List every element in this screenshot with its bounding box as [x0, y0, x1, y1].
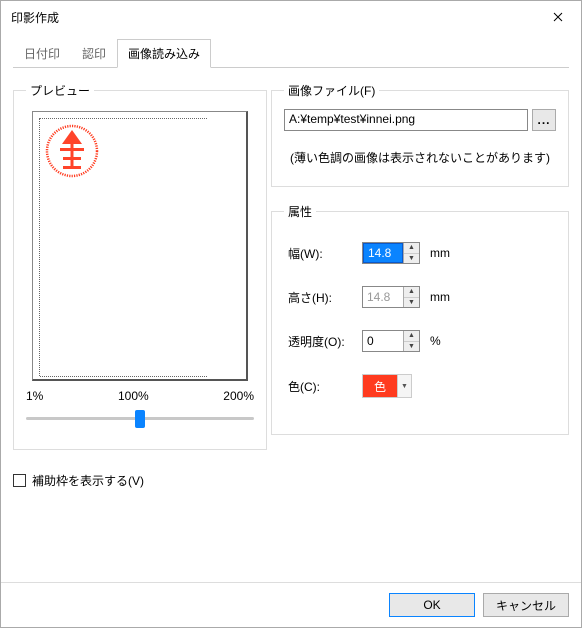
preview-group: プレビュー [13, 82, 267, 450]
close-button[interactable] [535, 1, 581, 33]
opacity-unit: % [430, 334, 441, 348]
chevron-down-icon: ▼ [404, 342, 419, 352]
height-unit: mm [430, 290, 450, 304]
color-picker[interactable]: 色 ▼ [362, 374, 412, 398]
ok-button[interactable]: OK [389, 593, 475, 617]
chevron-down-icon: ▼ [404, 254, 419, 264]
tab-image-load[interactable]: 画像読み込み [117, 39, 211, 68]
slider-thumb-icon [135, 410, 145, 428]
opacity-label: 透明度(O): [284, 333, 362, 350]
tab-date-stamp[interactable]: 日付印 [13, 39, 71, 68]
color-swatch: 色 [363, 375, 397, 397]
height-input: 14.8 ▲▼ [362, 286, 420, 308]
preview-legend: プレビュー [26, 82, 94, 99]
chevron-up-icon: ▲ [404, 331, 419, 342]
seal-preview-image [45, 124, 99, 178]
cancel-button[interactable]: キャンセル [483, 593, 569, 617]
attributes-group: 属性 幅(W): 14.8 ▲▼ mm 高さ(H): 14.8 ▲▼ [271, 203, 569, 435]
aux-frame-checkbox[interactable] [13, 474, 26, 487]
browse-button[interactable]: ... [532, 109, 556, 131]
attributes-legend: 属性 [284, 203, 316, 220]
aux-frame-label: 補助枠を表示する(V) [32, 472, 144, 489]
scale-min-label: 1% [26, 389, 43, 403]
scale-max-label: 200% [223, 389, 254, 403]
width-spinner[interactable]: ▲▼ [403, 243, 419, 263]
image-path-input[interactable]: A:¥temp¥test¥innei.png [284, 109, 528, 131]
color-label: 色(C): [284, 378, 362, 395]
close-icon [553, 12, 563, 22]
preview-canvas [32, 111, 248, 381]
width-label: 幅(W): [284, 245, 362, 262]
zoom-slider[interactable] [26, 407, 254, 435]
chevron-up-icon: ▲ [404, 287, 419, 298]
chevron-down-icon: ▼ [397, 375, 411, 397]
image-file-legend: 画像ファイル(F) [284, 82, 379, 99]
window-title: 印影作成 [11, 9, 59, 26]
width-unit: mm [430, 246, 450, 260]
width-input[interactable]: 14.8 ▲▼ [362, 242, 420, 264]
chevron-down-icon: ▼ [404, 298, 419, 308]
height-label: 高さ(H): [284, 289, 362, 306]
chevron-up-icon: ▲ [404, 243, 419, 254]
image-file-group: 画像ファイル(F) A:¥temp¥test¥innei.png ... (薄い… [271, 82, 569, 187]
height-spinner: ▲▼ [403, 287, 419, 307]
opacity-spinner[interactable]: ▲▼ [403, 331, 419, 351]
opacity-input[interactable]: 0 ▲▼ [362, 330, 420, 352]
image-hint: (薄い色調の画像は表示されないことがあります) [284, 149, 556, 166]
tab-approval-stamp[interactable]: 認印 [71, 39, 117, 68]
scale-mid-label: 100% [118, 389, 149, 403]
